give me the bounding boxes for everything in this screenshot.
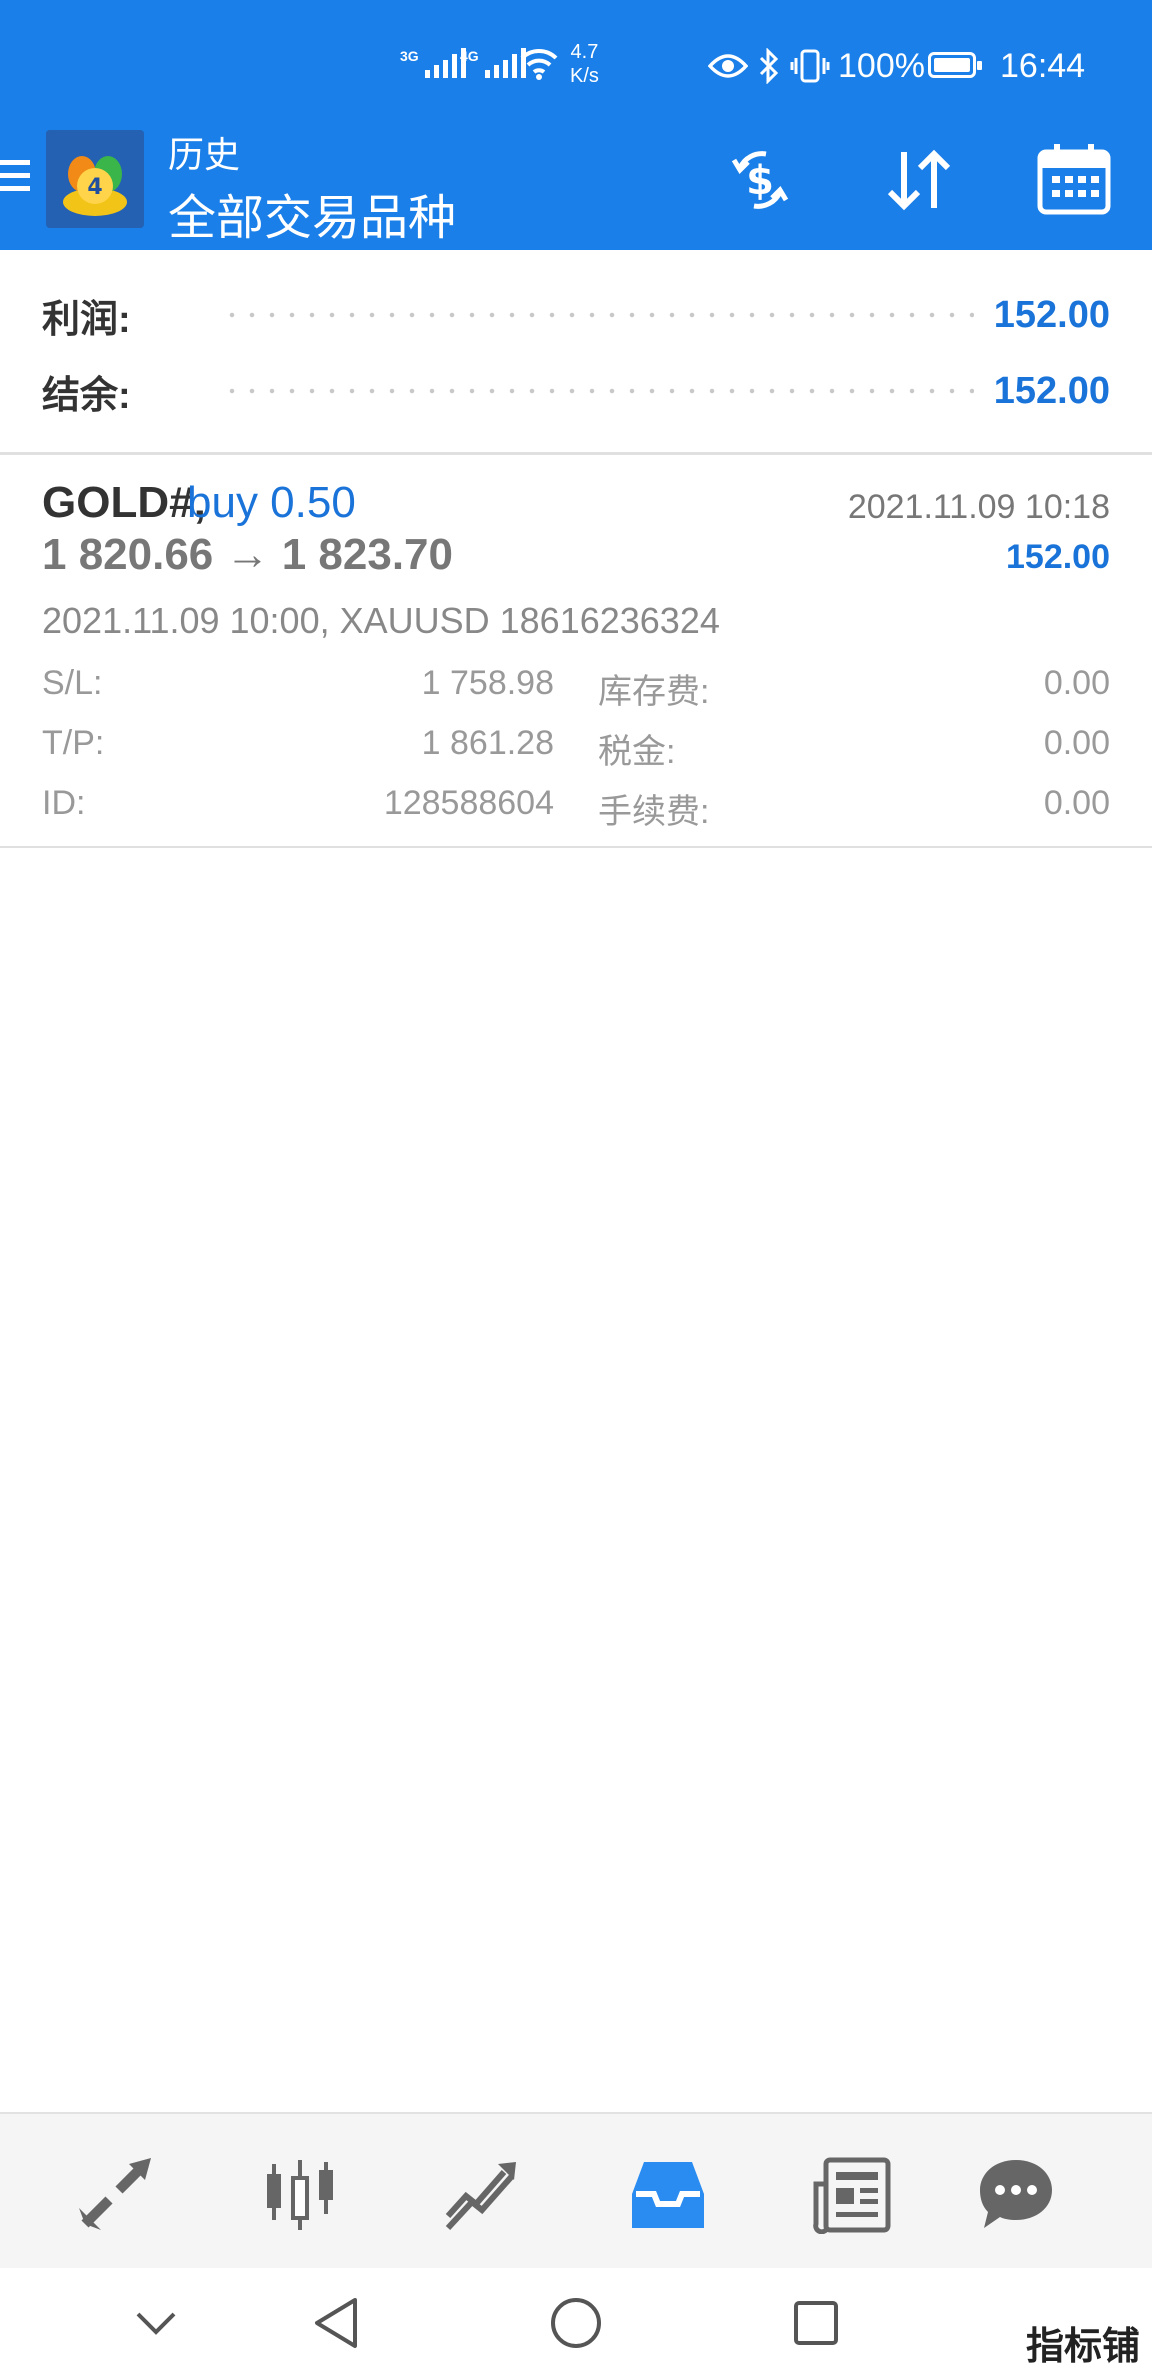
clock: 16:44 [1000, 47, 1086, 85]
battery-percent: 100% [838, 47, 925, 85]
bottom-tab-bar [0, 2112, 1152, 2269]
speed-unit: K/s [570, 65, 599, 87]
calendar-button[interactable] [1034, 140, 1114, 220]
cell-signal-2-icon: 4G [460, 48, 526, 78]
battery-icon [928, 52, 982, 78]
tp-value: 1 861.28 [421, 724, 554, 762]
recents-button[interactable] [776, 2288, 856, 2358]
balance-value: 152.00 [993, 369, 1110, 412]
svg-text:4: 4 [87, 175, 102, 200]
swap-label: 库存费: [598, 673, 710, 711]
sort-icon [887, 149, 951, 211]
tp-label: T/P: [42, 724, 105, 762]
recents-icon [794, 2301, 838, 2345]
deal-prices: 1 820.66 → 1 823.70 [42, 530, 453, 579]
profit-value: 152.00 [993, 293, 1110, 336]
chart-icon [267, 2160, 333, 2230]
eye-icon [708, 54, 748, 78]
balance-operations-icon: $ [731, 151, 789, 209]
home-icon [551, 2298, 601, 2348]
tab-quotes[interactable] [65, 2144, 165, 2244]
news-icon [813, 2157, 891, 2234]
deal-close-time: 2021.11.09 10:18 [847, 488, 1110, 526]
history-icon [632, 2162, 704, 2228]
app-logo: 4 [46, 130, 144, 228]
swap-value: 0.00 [1043, 664, 1110, 702]
cell-signal-1-icon: 3G [400, 48, 466, 78]
dotted-leader [222, 312, 974, 318]
deal-symbol: GOLD#, [42, 478, 206, 527]
wifi-icon [520, 48, 558, 80]
tax-label: 税金: [598, 733, 676, 771]
trade-icon [445, 2162, 516, 2231]
tab-news[interactable] [802, 2144, 902, 2244]
back-button[interactable] [296, 2288, 376, 2358]
menu-icon[interactable] [0, 160, 30, 200]
divider [0, 846, 1152, 848]
calendar-icon [1037, 144, 1111, 215]
deal-profit: 152.00 [1006, 538, 1110, 576]
header-subtitle: 历史 [168, 134, 241, 175]
sl-value: 1 758.98 [421, 664, 554, 702]
top-bar: 3G 4G 4.7 K/s 100% 16:44 4 历史 全部交易品种 $ [0, 0, 1152, 250]
speed-value: 4.7 [570, 41, 599, 63]
watermark: 指标铺 [1025, 2326, 1140, 2368]
network-type-1: 3G [400, 48, 419, 64]
hide-keyboard-button[interactable] [116, 2288, 196, 2358]
network-type-2: 4G [460, 48, 479, 64]
back-icon [315, 2298, 357, 2348]
id-label: ID: [42, 784, 86, 822]
home-button[interactable] [536, 2288, 616, 2358]
sl-label: S/L: [42, 664, 103, 702]
commission-label: 手续费: [598, 793, 710, 831]
deal-info: 2021.11.09 10:00, XAUUSD 18616236324 [42, 600, 720, 641]
profit-label: 利润: [42, 298, 131, 341]
profit-row: 利润: 152.00 [42, 290, 1110, 341]
commission-value: 0.00 [1043, 784, 1110, 822]
quotes-icon [79, 2158, 151, 2230]
balance-row: 结余: 152.00 [42, 366, 1110, 417]
header-title[interactable]: 全部交易品种 [168, 178, 456, 248]
divider [0, 452, 1152, 455]
balance-operations-button[interactable]: $ [720, 140, 800, 220]
tab-chart[interactable] [250, 2144, 350, 2244]
id-value: 128588604 [383, 784, 554, 822]
tab-chat[interactable] [966, 2144, 1066, 2244]
tax-value: 0.00 [1043, 724, 1110, 762]
sort-button[interactable] [878, 140, 958, 220]
bluetooth-icon [759, 48, 779, 84]
status-bar: 3G 4G 4.7 K/s 100% 16:44 [0, 0, 1152, 120]
deal-type: buy 0.50 [187, 478, 356, 527]
network-speed: 4.7 K/s [570, 40, 599, 88]
dotted-leader [222, 388, 974, 394]
chat-icon [980, 2160, 1052, 2228]
tab-history[interactable] [618, 2144, 718, 2244]
system-navigation-bar: 指标铺 [0, 2268, 1152, 2376]
svg-text:$: $ [746, 158, 774, 204]
balance-label: 结余: [42, 374, 131, 417]
tab-trade[interactable] [432, 2144, 532, 2244]
chevron-down-icon [136, 2312, 176, 2335]
vibrate-icon [790, 49, 830, 83]
